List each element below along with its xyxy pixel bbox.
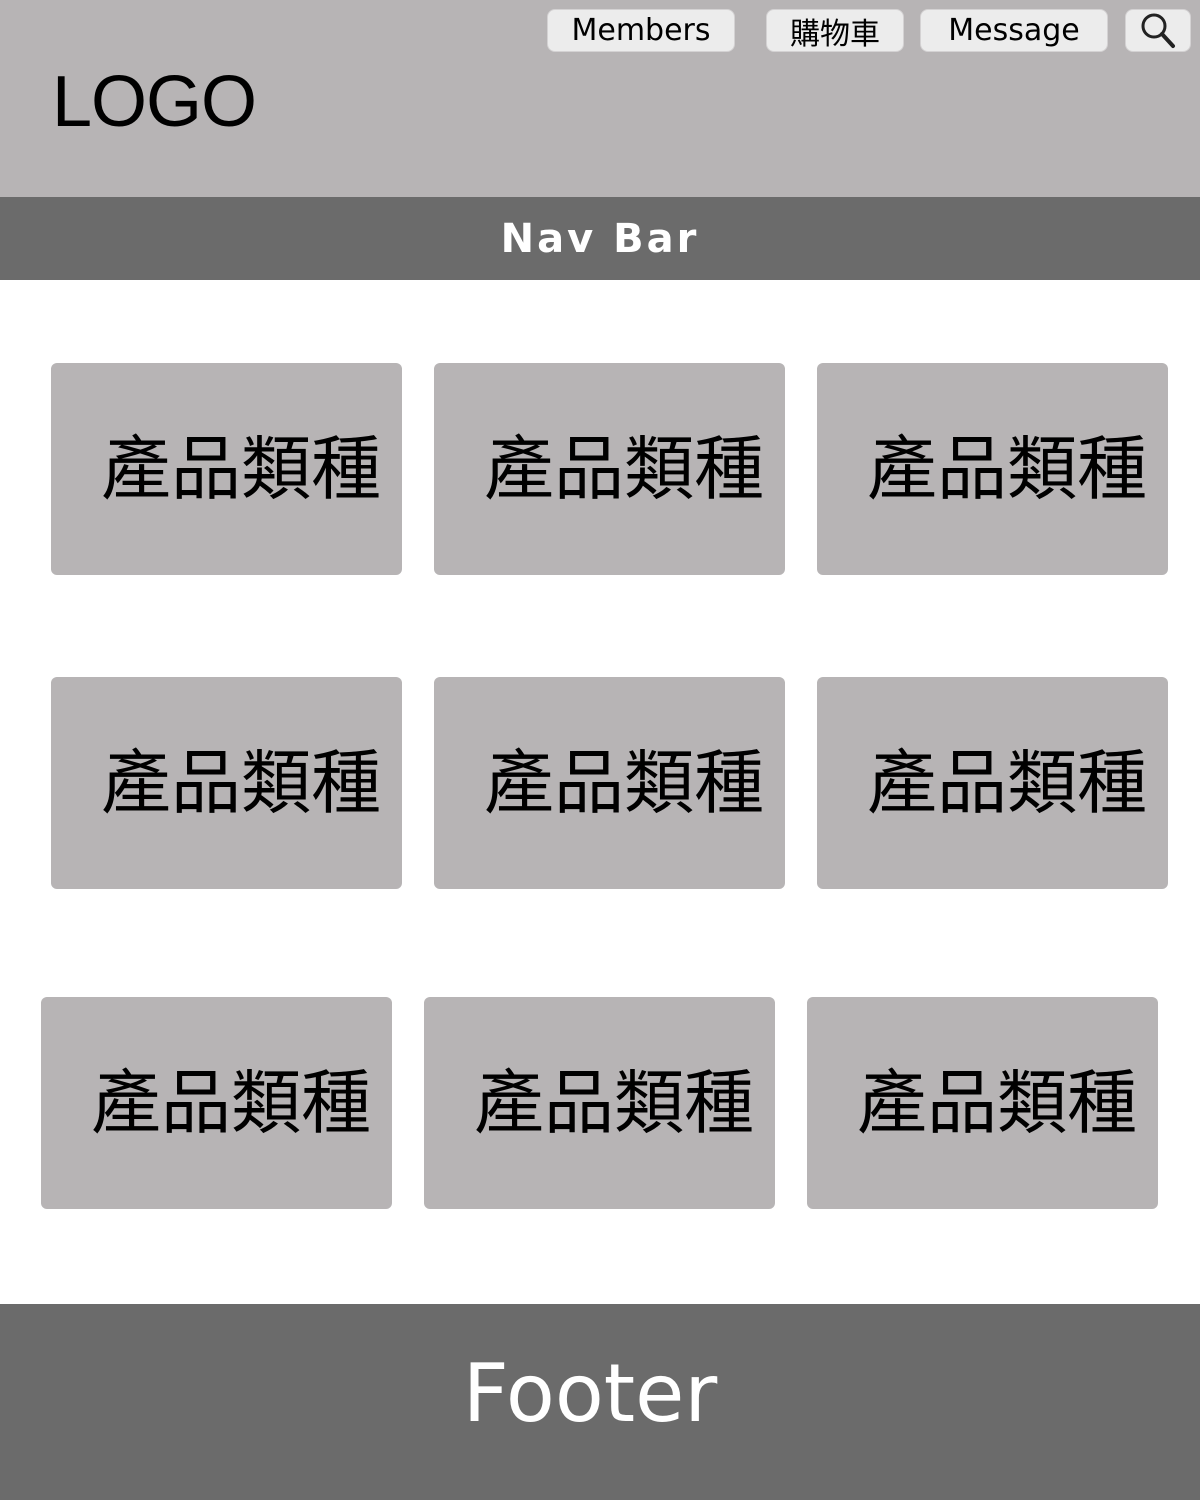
category-label: 產品類種 [484, 428, 764, 510]
search-icon [1141, 13, 1175, 48]
category-card[interactable]: 產品類種 [434, 677, 785, 889]
category-card[interactable]: 產品類種 [807, 997, 1158, 1209]
category-card[interactable]: 產品類種 [434, 363, 785, 575]
search-button[interactable] [1125, 9, 1191, 52]
category-card[interactable]: 產品類種 [424, 997, 775, 1209]
nav-bar-label: Nav Bar [500, 215, 700, 262]
footer: Footer [0, 1304, 1200, 1500]
category-card[interactable]: 產品類種 [51, 677, 402, 889]
category-card[interactable]: 產品類種 [817, 677, 1168, 889]
category-label: 產品類種 [857, 1062, 1137, 1144]
category-label: 產品類種 [91, 1062, 371, 1144]
message-button[interactable]: Message [920, 9, 1108, 52]
category-label: 產品類種 [101, 428, 381, 510]
category-label: 產品類種 [867, 742, 1147, 824]
category-card[interactable]: 產品類種 [41, 997, 392, 1209]
logo[interactable]: LOGO [52, 62, 257, 142]
category-card[interactable]: 產品類種 [817, 363, 1168, 575]
cart-button[interactable]: 購物車 [766, 9, 904, 52]
footer-label: Footer [462, 1347, 718, 1440]
category-card[interactable]: 產品類種 [51, 363, 402, 575]
category-label: 產品類種 [101, 742, 381, 824]
category-label: 產品類種 [474, 1062, 754, 1144]
nav-bar[interactable]: Nav Bar [0, 197, 1200, 280]
header: LOGO Members 購物車 Message [0, 0, 1200, 197]
category-label: 產品類種 [867, 428, 1147, 510]
members-button[interactable]: Members [547, 9, 735, 52]
category-label: 產品類種 [484, 742, 764, 824]
